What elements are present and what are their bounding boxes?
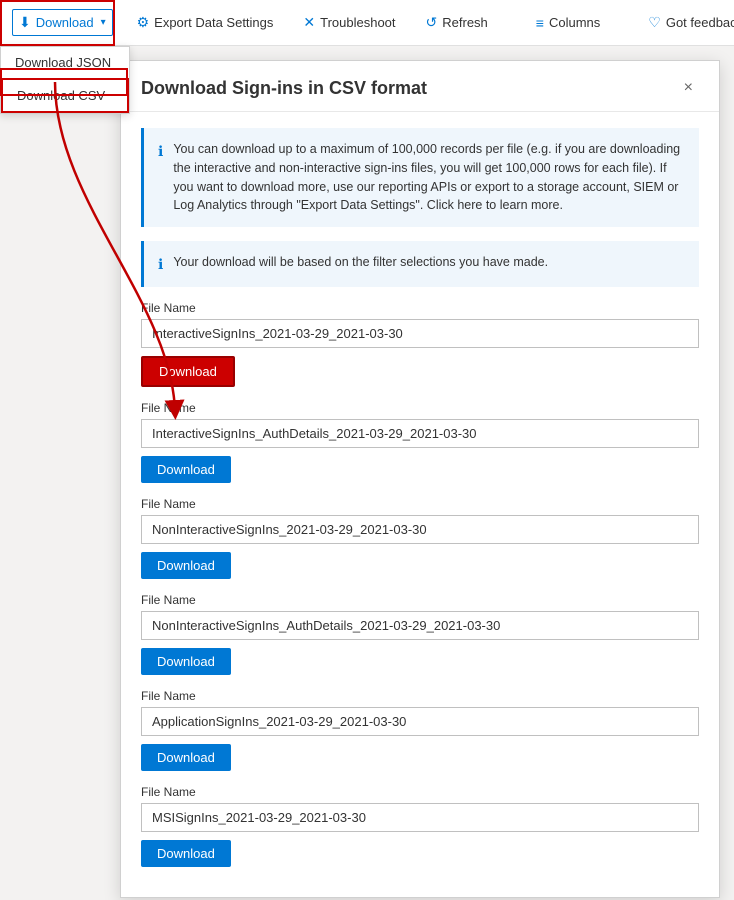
file-section-4: File Name Download — [141, 689, 699, 771]
refresh-label: Refresh — [442, 15, 488, 30]
info-box-filter: ℹ Your download will be based on the fil… — [141, 241, 699, 287]
feedback-button[interactable]: ♡ Got feedback? — [642, 10, 734, 35]
columns-label: Columns — [549, 15, 600, 30]
info-box-records: ℹ You can download up to a maximum of 10… — [141, 128, 699, 227]
file-name-input-1[interactable] — [141, 419, 699, 448]
troubleshoot-label: Troubleshoot — [320, 15, 395, 30]
heart-icon: ♡ — [648, 14, 661, 31]
info-icon-1: ℹ — [158, 141, 163, 215]
download-file-button-4[interactable]: Download — [141, 744, 231, 771]
download-file-button-0[interactable]: Download — [141, 356, 235, 387]
file-section-3: File Name Download — [141, 593, 699, 675]
download-file-button-1[interactable]: Download — [141, 456, 231, 483]
file-section-5: File Name Download — [141, 785, 699, 867]
modal-body: ℹ You can download up to a maximum of 10… — [121, 112, 719, 897]
file-name-input-0[interactable] — [141, 319, 699, 348]
file-section-0: File Name Download — [141, 301, 699, 387]
file-name-input-2[interactable] — [141, 515, 699, 544]
modal-close-button[interactable]: × — [678, 77, 699, 99]
download-button[interactable]: ⬇ Download ▾ — [12, 9, 113, 36]
file-name-input-3[interactable] — [141, 611, 699, 640]
file-name-input-5[interactable] — [141, 803, 699, 832]
chevron-down-icon: ▾ — [101, 17, 106, 28]
file-label-3: File Name — [141, 593, 699, 607]
file-label-2: File Name — [141, 497, 699, 511]
columns-icon: ≡ — [536, 15, 544, 31]
download-label: Download — [36, 15, 94, 30]
modal-header: Download Sign-ins in CSV format × — [121, 61, 719, 112]
download-file-button-2[interactable]: Download — [141, 552, 231, 579]
download-file-button-3[interactable]: Download — [141, 648, 231, 675]
download-icon: ⬇ — [19, 14, 31, 31]
toolbar: ⬇ Download ▾ ⚙ Export Data Settings ✕ Tr… — [0, 0, 734, 46]
refresh-icon: ↺ — [426, 14, 438, 31]
columns-button[interactable]: ≡ Columns — [530, 11, 606, 35]
download-file-button-5[interactable]: Download — [141, 840, 231, 867]
file-section-1: File Name Download — [141, 401, 699, 483]
download-csv-item[interactable]: Download CSV — [1, 78, 129, 113]
download-dropdown: Download JSON Download CSV — [0, 46, 130, 114]
file-label-5: File Name — [141, 785, 699, 799]
file-list: File NameDownloadFile NameDownloadFile N… — [141, 301, 699, 867]
file-label-0: File Name — [141, 301, 699, 315]
wrench-icon: ✕ — [303, 14, 315, 31]
download-json-item[interactable]: Download JSON — [1, 47, 129, 78]
info-text-filter: Your download will be based on the filte… — [173, 253, 548, 275]
export-data-settings-button[interactable]: ⚙ Export Data Settings — [131, 10, 280, 35]
refresh-button[interactable]: ↺ Refresh — [420, 10, 494, 35]
info-icon-2: ℹ — [158, 254, 163, 275]
feedback-label: Got feedback? — [666, 15, 734, 30]
gear-icon: ⚙ — [137, 14, 150, 31]
download-modal: Download Sign-ins in CSV format × ℹ You … — [120, 60, 720, 898]
file-section-2: File Name Download — [141, 497, 699, 579]
troubleshoot-button[interactable]: ✕ Troubleshoot — [297, 10, 401, 35]
file-label-1: File Name — [141, 401, 699, 415]
info-text-records: You can download up to a maximum of 100,… — [173, 140, 685, 215]
modal-title: Download Sign-ins in CSV format — [141, 78, 427, 99]
export-data-label: Export Data Settings — [154, 15, 273, 30]
file-name-input-4[interactable] — [141, 707, 699, 736]
file-label-4: File Name — [141, 689, 699, 703]
